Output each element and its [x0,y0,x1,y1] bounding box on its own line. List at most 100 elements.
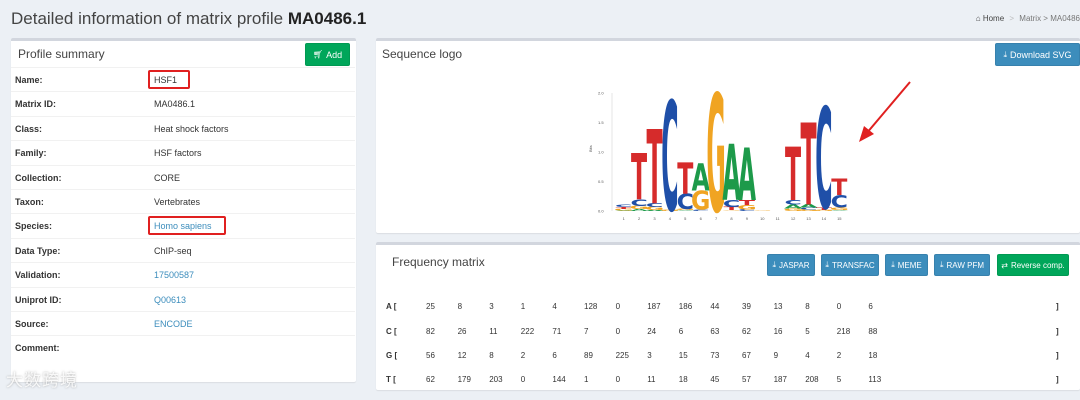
download-icon: ⤓ [891,260,895,269]
summary-value-link[interactable]: Q00613 [154,295,186,305]
logo-letter-t: T [800,102,816,221]
matrix-cell: 8 [489,351,494,360]
matrix-row-a: A [25 8 3 1 4 128 0 187 186 44 39 13 8 0 6] [376,295,1080,319]
summary-row: Name: HSF1 [11,67,355,91]
summary-row: Source: ENCODE [11,311,355,335]
logo-letter-t: T [785,133,801,218]
home-icon: ⌂ [975,14,981,23]
export-button-meme[interactable]: ⤓ MEME [885,254,928,276]
summary-row: Validation: 17500587 [11,262,355,286]
cart-icon: 🛒︎ [312,50,324,59]
matrix-cell: 63 [710,327,720,336]
logo-letter-c: C [815,81,832,221]
logo-y-tick-label: 2.0 [598,91,604,96]
matrix-cell: 144 [552,375,566,384]
logo-letter-a: A [738,133,756,218]
matrix-cell: 88 [868,327,878,336]
logo-letter-t: T [631,142,647,215]
summary-row: Class: Heat shock factors [11,115,355,140]
breadcrumb-home[interactable]: ⌂ Home [976,14,1004,23]
matrix-cell: 89 [584,351,593,360]
matrix-cell: 187 [773,375,787,384]
summary-key: Matrix ID: [15,99,57,110]
summary-row: Comment: [11,335,355,359]
download-icon: ⤓ [1003,49,1007,59]
breadcrumb-current: Matrix > MA0486 [1019,14,1080,23]
matrix-cell: 16 [773,327,783,336]
matrix-cell: 3 [647,351,652,360]
matrix-cell: 6 [678,327,684,336]
matrix-cell: 179 [457,375,471,384]
summary-key: Uniprot ID: [15,294,62,305]
summary-value: HSF factors [154,148,202,159]
summary-value-link[interactable]: ENCODE [154,319,193,329]
matrix-cell: 4 [552,302,557,311]
download-svg-button[interactable]: ⤓ Download SVG [995,43,1080,66]
summary-key: Validation: [15,270,61,281]
page-header: Detailed information of matrix profile M… [0,0,1080,36]
logo-x-tick-label: 11 [776,216,781,221]
logo-x-tick-label: 13 [806,216,811,221]
logo-letter-c: C [661,72,678,221]
matrix-cell: 12 [457,351,467,360]
summary-key: Taxon: [15,197,44,207]
matrix-cell: 218 [836,327,851,336]
matrix-row-close: ] [1056,302,1059,311]
logo-x-tick-label: 10 [760,216,765,221]
summary-value: MA0486.1 [154,99,196,110]
matrix-cell: 3 [489,302,494,311]
matrix-row-close: ] [1056,375,1059,384]
summary-key: Collection: [15,172,62,183]
matrix-cell: 45 [710,375,720,384]
logo-letter-t: T [831,176,848,201]
summary-value: ChIP-seq [154,245,192,256]
add-button[interactable]: 🛒︎ Add [305,43,350,66]
matrix-cell: 7 [584,327,589,336]
matrix-cell: 15 [678,351,688,360]
matrix-cell: 186 [678,302,693,311]
matrix-cell: 71 [552,327,562,336]
matrix-cell: 11 [647,375,656,384]
matrix-row-label: G [ [386,351,398,360]
matrix-cell: 1 [584,375,589,384]
sequence-logo-chart: 0.00.51.01.52.0BitsAGTC1AGCT2AGCT3GC4AGC… [588,71,849,221]
matrix-cell: 44 [710,302,720,311]
export-button-raw-pfm[interactable]: ⤓ RAW PFM [934,254,990,276]
download-icon: ⤓ [772,260,776,269]
matrix-cell: 225 [615,351,629,360]
page-title-matrix-id: MA0486.1 [287,9,367,28]
summary-value-link[interactable]: 17500587 [154,270,194,280]
highlight-box [148,216,226,236]
matrix-cell: 24 [647,327,657,336]
summary-value: Vertebrates [154,197,201,207]
matrix-cell: 26 [457,327,467,336]
matrix-cell: 0 [615,302,621,311]
summary-row: Data Type: ChIP-seq [11,237,355,262]
export-button-reverse-comp[interactable]: ⇄ Reverse comp. [997,254,1069,276]
export-button-jaspar[interactable]: ⤓ JASPAR [767,254,815,276]
watermark: 大数跨境 [6,371,78,390]
summary-key: Source: [15,319,49,329]
summary-value: CORE [154,172,181,183]
matrix-row-label: A [ [386,302,397,311]
matrix-cell: 18 [678,375,688,384]
matrix-cell: 9 [773,351,779,360]
breadcrumb-separator: > [1009,14,1015,23]
matrix-cell: 6 [868,302,873,311]
logo-y-tick-label: 1.0 [598,150,604,155]
logo-x-tick-label: 12 [791,216,796,221]
matrix-cell: 8 [457,302,463,311]
download-icon: ⤓ [825,260,829,269]
logo-x-tick-label: 5 [684,216,687,221]
summary-row: Collection: CORE [11,164,355,189]
export-button-transfac[interactable]: ⤓ TRANSFAC [821,254,879,276]
matrix-cell: 208 [805,375,819,384]
summary-row: Species: Homo sapiens [11,213,355,237]
matrix-row-close: ] [1056,351,1059,360]
matrix-cell: 187 [647,302,661,311]
sequence-logo-title: Sequence logo [382,47,463,61]
matrix-cell: 113 [868,375,882,384]
summary-key: Name: [15,75,43,85]
logo-y-tick-label: 1.5 [598,120,604,125]
matrix-cell: 0 [836,302,842,311]
